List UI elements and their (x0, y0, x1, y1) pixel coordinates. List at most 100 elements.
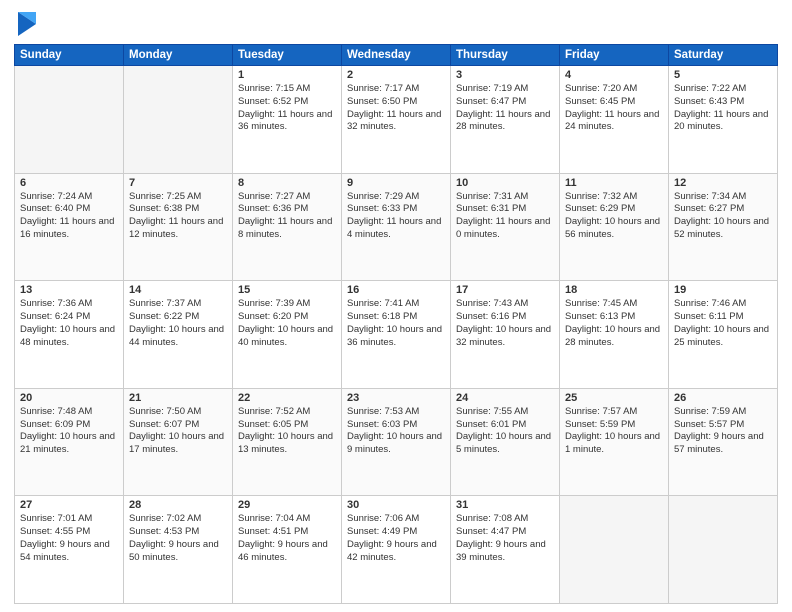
day-number: 5 (674, 69, 772, 81)
weekday-header-thursday: Thursday (451, 45, 560, 66)
day-number: 16 (347, 284, 445, 296)
day-info: Sunrise: 7:37 AMSunset: 6:22 PMDaylight:… (129, 298, 227, 349)
day-info: Sunrise: 7:31 AMSunset: 6:31 PMDaylight:… (456, 191, 554, 242)
day-cell: 22Sunrise: 7:52 AMSunset: 6:05 PMDayligh… (233, 388, 342, 496)
logo-icon (16, 10, 38, 38)
day-info: Sunrise: 7:02 AMSunset: 4:53 PMDaylight:… (129, 513, 227, 564)
day-number: 8 (238, 177, 336, 189)
day-info: Sunrise: 7:45 AMSunset: 6:13 PMDaylight:… (565, 298, 663, 349)
day-cell: 25 Sunrise: 7:57 AMSunset: 5:59 PMDayligh… (560, 388, 669, 496)
day-number: 10 (456, 177, 554, 189)
day-info: Sunrise: 7:50 AMSunset: 6:07 PMDaylight:… (129, 406, 227, 457)
day-info: Sunrise: 7:08 AMSunset: 4:47 PMDaylight:… (456, 513, 554, 564)
day-number: 31 (456, 499, 554, 511)
day-number: 18 (565, 284, 663, 296)
day-cell: 9Sunrise: 7:29 AMSunset: 6:33 PMDaylight… (342, 173, 451, 281)
week-row-0: 1Sunrise: 7:15 AMSunset: 6:52 PMDaylight… (15, 66, 778, 174)
calendar: SundayMondayTuesdayWednesdayThursdayFrid… (14, 44, 778, 604)
day-info: Sunrise: 7:25 AMSunset: 6:38 PMDaylight:… (129, 191, 227, 242)
weekday-header-row: SundayMondayTuesdayWednesdayThursdayFrid… (15, 45, 778, 66)
day-number: 14 (129, 284, 227, 296)
day-cell (560, 496, 669, 604)
day-info: Sunrise: 7:39 AMSunset: 6:20 PMDaylight:… (238, 298, 336, 349)
day-cell: 26 Sunrise: 7:59 AMSunset: 5:57 PMDayligh… (669, 388, 778, 496)
day-cell: 31 Sunrise: 7:08 AMSunset: 4:47 PMDayligh… (451, 496, 560, 604)
day-cell: 21 Sunrise: 7:50 AMSunset: 6:07 PMDayligh… (124, 388, 233, 496)
day-info: Sunrise: 7:17 AMSunset: 6:50 PMDaylight:… (347, 83, 445, 134)
day-info: Sunrise: 7:32 AMSunset: 6:29 PMDaylight:… (565, 191, 663, 242)
day-number: 11 (565, 177, 663, 189)
week-row-1: 6Sunrise: 7:24 AMSunset: 6:40 PMDaylight… (15, 173, 778, 281)
day-info: Sunrise: 7:34 AMSunset: 6:27 PMDaylight:… (674, 191, 772, 242)
day-info: Sunrise: 7:27 AMSunset: 6:36 PMDaylight:… (238, 191, 336, 242)
page: SundayMondayTuesdayWednesdayThursdayFrid… (0, 0, 792, 612)
week-row-2: 13 Sunrise: 7:36 AMSunset: 6:24 PMDayligh… (15, 281, 778, 389)
header (14, 10, 778, 38)
day-number: 2 (347, 69, 445, 81)
weekday-header-monday: Monday (124, 45, 233, 66)
day-info: Sunrise: 7:01 AMSunset: 4:55 PMDaylight:… (20, 513, 118, 564)
day-cell: 30 Sunrise: 7:06 AMSunset: 4:49 PMDayligh… (342, 496, 451, 604)
day-cell: 20 Sunrise: 7:48 AMSunset: 6:09 PMDayligh… (15, 388, 124, 496)
day-number: 13 (20, 284, 118, 296)
day-number: 22 (238, 392, 336, 404)
day-cell: 13 Sunrise: 7:36 AMSunset: 6:24 PMDayligh… (15, 281, 124, 389)
day-info: Sunrise: 7:24 AMSunset: 6:40 PMDaylight:… (20, 191, 118, 242)
day-info: Sunrise: 7:41 AMSunset: 6:18 PMDaylight:… (347, 298, 445, 349)
day-cell: 29 Sunrise: 7:04 AMSunset: 4:51 PMDayligh… (233, 496, 342, 604)
day-info: Sunrise: 7:04 AMSunset: 4:51 PMDaylight:… (238, 513, 336, 564)
day-number: 4 (565, 69, 663, 81)
day-number: 26 (674, 392, 772, 404)
day-info: Sunrise: 7:19 AMSunset: 6:47 PMDaylight:… (456, 83, 554, 134)
day-number: 9 (347, 177, 445, 189)
day-cell (124, 66, 233, 174)
day-number: 20 (20, 392, 118, 404)
day-number: 27 (20, 499, 118, 511)
day-info: Sunrise: 7:20 AMSunset: 6:45 PMDaylight:… (565, 83, 663, 134)
weekday-header-wednesday: Wednesday (342, 45, 451, 66)
day-info: Sunrise: 7:48 AMSunset: 6:09 PMDaylight:… (20, 406, 118, 457)
day-number: 17 (456, 284, 554, 296)
day-info: Sunrise: 7:59 AMSunset: 5:57 PMDaylight:… (674, 406, 772, 457)
day-cell (669, 496, 778, 604)
day-cell: 15 Sunrise: 7:39 AMSunset: 6:20 PMDayligh… (233, 281, 342, 389)
day-info: Sunrise: 7:46 AMSunset: 6:11 PMDaylight:… (674, 298, 772, 349)
day-number: 28 (129, 499, 227, 511)
day-number: 7 (129, 177, 227, 189)
day-cell: 7 Sunrise: 7:25 AMSunset: 6:38 PMDaylight… (124, 173, 233, 281)
day-info: Sunrise: 7:55 AMSunset: 6:01 PMDaylight:… (456, 406, 554, 457)
day-number: 3 (456, 69, 554, 81)
day-number: 21 (129, 392, 227, 404)
day-number: 15 (238, 284, 336, 296)
day-info: Sunrise: 7:06 AMSunset: 4:49 PMDaylight:… (347, 513, 445, 564)
day-cell: 8 Sunrise: 7:27 AMSunset: 6:36 PMDaylight… (233, 173, 342, 281)
day-number: 12 (674, 177, 772, 189)
day-info: Sunrise: 7:43 AMSunset: 6:16 PMDaylight:… (456, 298, 554, 349)
day-cell: 3 Sunrise: 7:19 AMSunset: 6:47 PMDaylight… (451, 66, 560, 174)
day-info: Sunrise: 7:22 AMSunset: 6:43 PMDaylight:… (674, 83, 772, 134)
day-cell: 12 Sunrise: 7:34 AMSunset: 6:27 PMDayligh… (669, 173, 778, 281)
day-cell: 10 Sunrise: 7:31 AMSunset: 6:31 PMDayligh… (451, 173, 560, 281)
day-number: 30 (347, 499, 445, 511)
day-cell: 4 Sunrise: 7:20 AMSunset: 6:45 PMDaylight… (560, 66, 669, 174)
day-info: Sunrise: 7:53 AMSunset: 6:03 PMDaylight:… (347, 406, 445, 457)
day-number: 24 (456, 392, 554, 404)
logo (14, 10, 38, 38)
day-info: Sunrise: 7:57 AMSunset: 5:59 PMDaylight:… (565, 406, 663, 457)
day-cell: 2 Sunrise: 7:17 AMSunset: 6:50 PMDaylight… (342, 66, 451, 174)
day-cell: 28 Sunrise: 7:02 AMSunset: 4:53 PMDayligh… (124, 496, 233, 604)
day-cell: 19Sunrise: 7:46 AMSunset: 6:11 PMDayligh… (669, 281, 778, 389)
day-number: 25 (565, 392, 663, 404)
day-number: 29 (238, 499, 336, 511)
day-cell: 17 Sunrise: 7:43 AMSunset: 6:16 PMDayligh… (451, 281, 560, 389)
weekday-header-sunday: Sunday (15, 45, 124, 66)
day-cell: 5 Sunrise: 7:22 AMSunset: 6:43 PMDaylight… (669, 66, 778, 174)
day-cell: 6Sunrise: 7:24 AMSunset: 6:40 PMDaylight… (15, 173, 124, 281)
day-cell: 24 Sunrise: 7:55 AMSunset: 6:01 PMDayligh… (451, 388, 560, 496)
day-cell: 14 Sunrise: 7:37 AMSunset: 6:22 PMDayligh… (124, 281, 233, 389)
day-cell: 18 Sunrise: 7:45 AMSunset: 6:13 PMDayligh… (560, 281, 669, 389)
day-cell: 23Sunrise: 7:53 AMSunset: 6:03 PMDayligh… (342, 388, 451, 496)
day-info: Sunrise: 7:36 AMSunset: 6:24 PMDaylight:… (20, 298, 118, 349)
day-cell: 1Sunrise: 7:15 AMSunset: 6:52 PMDaylight… (233, 66, 342, 174)
weekday-header-tuesday: Tuesday (233, 45, 342, 66)
